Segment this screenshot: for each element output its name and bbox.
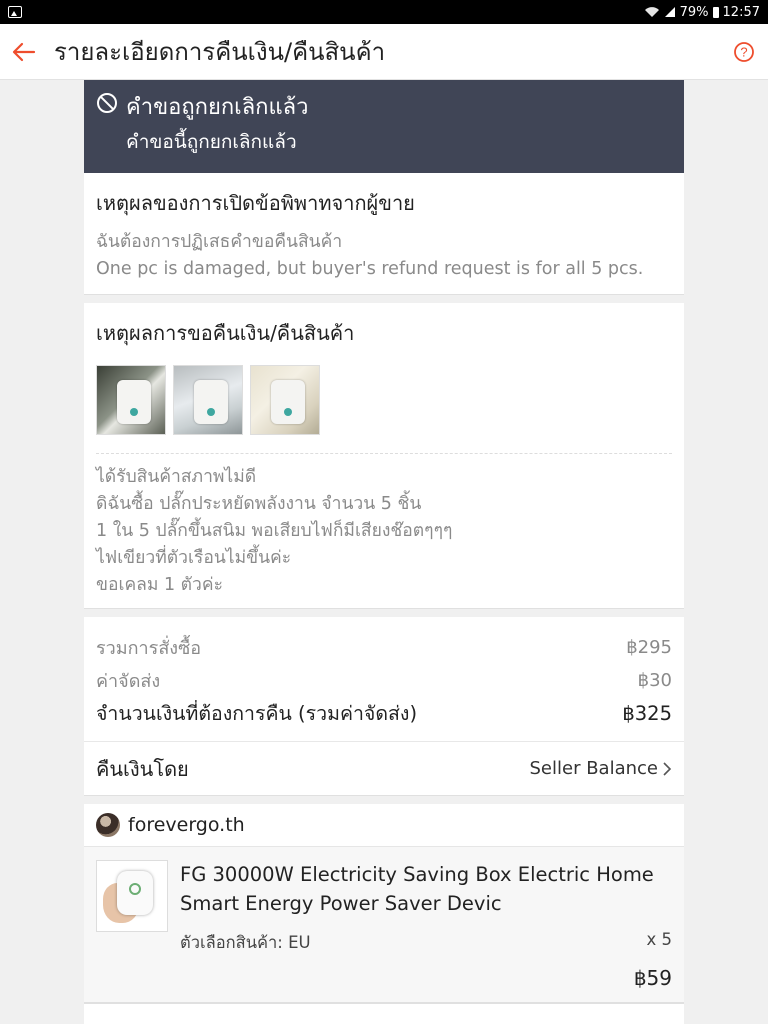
refund-summary-card: รวมการสั่งซื้อ ฿295 ค่าจัดส่ง ฿30 จำนวนเ…: [84, 617, 684, 796]
refund-method-label: คืนเงินโดย: [96, 756, 189, 781]
product-card: forevergo.th FG 30000W Electricity Savin…: [84, 804, 684, 1004]
evidence-photo[interactable]: [173, 365, 243, 435]
clock: 12:57: [722, 4, 760, 20]
product-image: [96, 860, 168, 932]
back-button[interactable]: [0, 24, 48, 80]
shipping-label: ค่าจัดส่ง: [96, 671, 161, 692]
shipping-value: ฿30: [637, 670, 672, 691]
amount-summary: รวมการสั่งซื้อ ฿295 ค่าจัดส่ง ฿30 จำนวนเ…: [84, 617, 684, 741]
status-right: 79% 12:57: [644, 5, 760, 20]
request-reason-card: เหตุผลการขอคืนเงิน/คืนสินค้า ได้รับสินค้…: [84, 303, 684, 609]
order-total-value: ฿295: [626, 637, 672, 658]
shop-row[interactable]: forevergo.th: [84, 804, 684, 846]
reason-line: ไฟเขียวที่ตัวเรือนไม่ขึ้นค่ะ: [96, 548, 292, 568]
refund-total-row: จำนวนเงินที่ต้องการคืน (รวมค่าจัดส่ง) ฿3…: [96, 697, 672, 730]
refund-method-value: Seller Balance: [529, 758, 659, 779]
refund-total-label: จำนวนเงินที่ต้องการคืน (รวมค่าจัดส่ง): [96, 702, 418, 725]
cancelled-banner: คำขอถูกยกเลิกแล้ว คำขอนี้ถูกยกเลิกแล้ว: [84, 80, 684, 173]
battery-icon: [712, 6, 719, 18]
dispute-reason: ฉันต้องการปฏิเสธคำขอคืนสินค้า: [96, 232, 343, 252]
reason-line: ได้รับสินค้าสภาพไม่ดี: [96, 467, 257, 487]
product-variation-row: ตัวเลือกสินค้า: EU x 5: [180, 930, 672, 956]
help-button[interactable]: ?: [720, 24, 768, 80]
evidence-photo[interactable]: [96, 365, 166, 435]
dispute-heading: เหตุผลของการเปิดข้อพิพาทจากผู้ขาย: [96, 191, 415, 215]
evidence-photo[interactable]: [250, 365, 320, 435]
page-title: รายละเอียดการคืนเงิน/คืนสินค้า: [54, 38, 386, 66]
gallery-notification-icon: [8, 6, 22, 18]
order-total-row: รวมการสั่งซื้อ ฿295: [96, 631, 672, 664]
shipping-row: ค่าจัดส่ง ฿30: [96, 664, 672, 697]
dispute-note: One pc is damaged, but buyer's refund re…: [96, 259, 644, 279]
app-bar: รายละเอียดการคืนเงิน/คืนสินค้า ?: [0, 24, 768, 80]
order-total-label: รวมการสั่งซื้อ: [96, 638, 202, 659]
product-item[interactable]: FG 30000W Electricity Saving Box Electri…: [84, 846, 684, 1003]
reason-line: 1 ใน 5 ปลั๊กขึ้นสนิม พอเสียบไฟก็มีเสียงช…: [96, 521, 453, 541]
refund-total-value: ฿325: [622, 702, 672, 725]
svg-text:?: ?: [740, 44, 747, 59]
dispute-reason-card: เหตุผลของการเปิดข้อพิพาทจากผู้ขาย ฉันต้อ…: [84, 173, 684, 295]
divider: [96, 453, 672, 454]
ban-icon: [97, 93, 117, 113]
request-reason-heading: เหตุผลการขอคืนเงิน/คืนสินค้า: [96, 321, 355, 345]
banner-subtitle: คำขอนี้ถูกยกเลิกแล้ว: [126, 131, 297, 153]
product-quantity: x 5: [646, 930, 672, 949]
shop-name: forevergo.th: [128, 814, 245, 836]
reason-line: ดิฉันซื้อ ปลั๊กประหยัดพลังงาน จำนวน 5 ชิ…: [96, 494, 422, 514]
evidence-photos: [96, 365, 672, 435]
product-price: ฿59: [633, 966, 672, 990]
status-bar: 79% 12:57: [0, 0, 768, 24]
next-section-edge: [84, 1004, 684, 1024]
banner-title: คำขอถูกยกเลิกแล้ว: [126, 95, 309, 120]
product-name: FG 30000W Electricity Saving Box Electri…: [180, 863, 654, 915]
content: คำขอถูกยกเลิกแล้ว คำขอนี้ถูกยกเลิกแล้ว เ…: [84, 80, 684, 1024]
signal-icon: [664, 7, 675, 17]
back-arrow-icon: [12, 42, 36, 61]
product-info: FG 30000W Electricity Saving Box Electri…: [180, 860, 672, 990]
chevron-right-icon: [663, 761, 672, 776]
product-variation: ตัวเลือกสินค้า: EU: [180, 933, 311, 952]
refund-method-row[interactable]: คืนเงินโดย Seller Balance: [84, 741, 684, 795]
battery-percent: 79%: [679, 4, 709, 20]
help-icon: ?: [734, 41, 754, 62]
refund-method-value-wrap: Seller Balance: [530, 758, 673, 779]
shop-avatar: [96, 813, 120, 837]
wifi-icon: [644, 7, 659, 17]
reason-line: ขอเคลม 1 ตัวค่ะ: [96, 575, 223, 595]
